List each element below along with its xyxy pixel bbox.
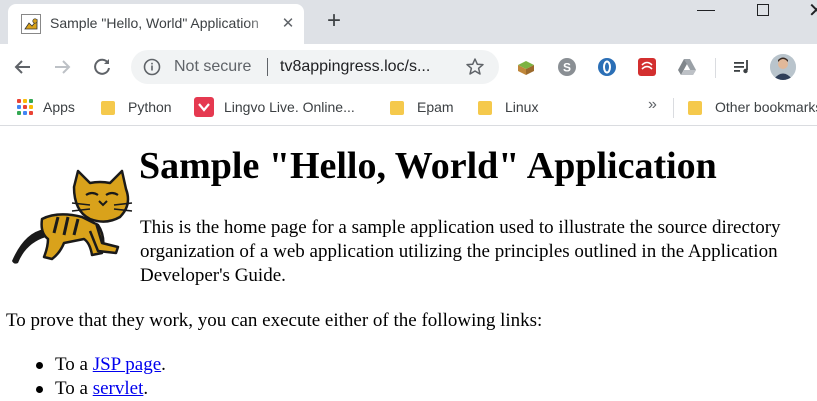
link-prefix: To a	[55, 354, 93, 375]
address-bar[interactable]: Not secure tv8appingress.loc/s...	[131, 50, 499, 84]
tab-title: Sample "Hello, World" Application	[50, 15, 259, 31]
bookmark-apps[interactable]: Apps	[17, 90, 75, 124]
browser-tab[interactable]: Sample "Hello, World" Application ✕	[8, 4, 304, 44]
folder-icon	[478, 99, 492, 115]
browser-toolbar: Not secure tv8appingress.loc/s... S	[0, 44, 817, 90]
bookmark-label: Linux	[505, 99, 539, 115]
address-divider	[267, 58, 268, 76]
minimize-button[interactable]	[697, 10, 715, 11]
apps-grid-icon	[17, 99, 33, 115]
bookmarks-overflow-button[interactable]: »	[648, 96, 657, 114]
red-extension-icon[interactable]	[636, 56, 658, 78]
bookmark-star-icon[interactable]	[465, 57, 485, 77]
bookmarks-bar: Apps Python Lingvo Live. Online... Epam …	[0, 90, 817, 126]
bookmark-label: Other bookmarks	[715, 99, 817, 115]
folder-icon	[390, 99, 404, 115]
svg-text:S: S	[563, 61, 571, 75]
back-arrow-icon[interactable]	[9, 53, 37, 81]
list-item: To a servlet.	[36, 377, 166, 401]
link-list: To a JSP page. To a servlet.	[36, 353, 166, 401]
tomcat-favicon-icon	[21, 14, 41, 34]
intro-paragraph: This is the home page for a sample appli…	[140, 217, 781, 286]
tab-strip: Sample "Hello, World" Application ✕ + ✕	[0, 0, 817, 44]
folder-icon	[101, 99, 115, 115]
servlet-link[interactable]: servlet	[93, 378, 144, 399]
tab-close-icon[interactable]: ✕	[278, 14, 298, 34]
bookmark-label: Epam	[417, 99, 454, 115]
folder-icon	[688, 99, 702, 115]
info-icon[interactable]	[143, 58, 161, 76]
prove-paragraph: To prove that they work, you can execute…	[6, 310, 543, 331]
bookmark-label: Lingvo Live. Online...	[224, 99, 355, 115]
profile-photo-icon	[770, 54, 796, 80]
skype-icon[interactable]: S	[556, 56, 578, 78]
profile-avatar[interactable]	[770, 54, 796, 80]
bookmark-other[interactable]: Other bookmarks	[688, 90, 817, 124]
lingvo-icon	[194, 97, 214, 117]
tomcat-logo-icon	[12, 169, 133, 264]
reload-icon[interactable]	[88, 53, 116, 81]
bookmark-lingvo[interactable]: Lingvo Live. Online...	[194, 90, 355, 124]
opera-extension-icon[interactable]	[596, 56, 618, 78]
bookmark-linux[interactable]: Linux	[478, 90, 538, 124]
google-drive-icon[interactable]	[676, 56, 698, 78]
forward-arrow-icon[interactable]	[48, 53, 76, 81]
maximize-button[interactable]	[757, 4, 769, 16]
link-suffix: .	[161, 354, 166, 375]
list-item: To a JSP page.	[36, 353, 166, 377]
extension-box-icon[interactable]	[515, 56, 537, 78]
bookmark-python[interactable]: Python	[101, 90, 172, 124]
bookmark-label: Python	[128, 99, 172, 115]
jsp-page-link[interactable]: JSP page	[93, 354, 161, 375]
window-close-button[interactable]: ✕	[808, 0, 817, 23]
bookmarks-divider	[673, 98, 674, 118]
toolbar-divider	[715, 58, 716, 78]
url-text[interactable]: tv8appingress.loc/s...	[280, 58, 430, 76]
bookmark-epam[interactable]: Epam	[390, 90, 454, 124]
bookmark-label: Apps	[43, 99, 75, 115]
link-suffix: .	[143, 378, 149, 399]
security-status[interactable]: Not secure	[174, 58, 251, 76]
page-title: Sample "Hello, World" Application	[139, 145, 717, 187]
tab-title-fade	[246, 10, 276, 36]
media-queue-icon[interactable]	[731, 56, 753, 78]
link-prefix: To a	[55, 378, 93, 399]
web-page-content: Sample "Hello, World" Application This i…	[0, 127, 817, 401]
new-tab-button[interactable]: +	[322, 9, 346, 34]
